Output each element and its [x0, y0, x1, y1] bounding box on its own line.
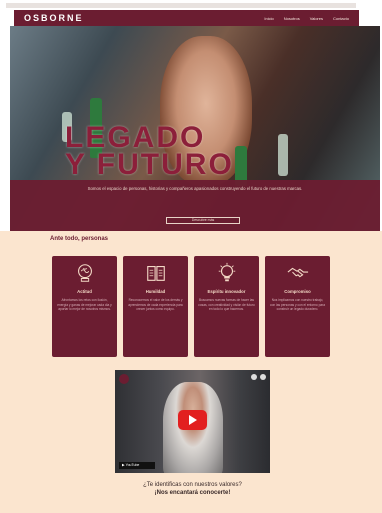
- menu-item-inicio[interactable]: Inicio: [264, 16, 273, 21]
- closing-question: ¿Te identificas con nuestros valores? ¡N…: [143, 482, 242, 496]
- top-navigation: OSBORNE Inicio Nosotros Valores Contacto: [14, 10, 359, 26]
- wine-glass-image: [278, 134, 288, 176]
- handshake-icon: [287, 267, 308, 278]
- hero-title: LEGADO Y FUTURO: [65, 121, 234, 181]
- watch-later-icon[interactable]: [251, 374, 257, 380]
- card-title: Actitud: [77, 289, 92, 294]
- hero-caption-band: Somos el espacio de personas, historias …: [10, 180, 380, 231]
- main-menu: Inicio Nosotros Valores Contacto: [264, 16, 349, 21]
- video-player[interactable]: ▶ YouTube: [115, 370, 270, 473]
- value-card-compromiso: Compromiso Nos implicamos con nuestro tr…: [265, 256, 330, 357]
- value-card-espiritu-innovador: Espíritu innovador Buscamos nuevas forma…: [194, 256, 259, 357]
- channel-avatar[interactable]: [119, 374, 129, 384]
- card-title: Compromiso: [284, 289, 311, 294]
- value-card-actitud: Actitud Afrontamos los retos con ilusión…: [52, 256, 117, 357]
- share-icon[interactable]: [260, 374, 266, 380]
- card-text: Reconocemos el valor de los demás y apre…: [128, 298, 183, 312]
- card-title: Humildad: [145, 289, 166, 294]
- youtube-badge[interactable]: ▶ YouTube: [119, 462, 155, 469]
- osborne-logo[interactable]: OSBORNE: [24, 13, 84, 23]
- play-button[interactable]: [178, 410, 207, 430]
- hero-cta-button[interactable]: Descubre más: [166, 217, 240, 224]
- page: OSBORNE Inicio Nosotros Valores Contacto…: [0, 0, 382, 513]
- menu-item-nosotros[interactable]: Nosotros: [284, 16, 300, 21]
- video-controls: [251, 374, 266, 380]
- menu-item-contacto[interactable]: Contacto: [333, 16, 349, 21]
- lightbulb-icon: [218, 262, 235, 282]
- card-text: Buscamos nuevas formas de hacer las cosa…: [198, 298, 255, 312]
- value-card-humildad: Humildad Reconocemos el valor de los dem…: [123, 256, 188, 357]
- hero-subtitle: Somos el espacio de personas, historias …: [87, 186, 303, 191]
- menu-item-valores[interactable]: Valores: [310, 16, 323, 21]
- card-text: Afrontamos los retos con ilusión, energí…: [57, 298, 112, 312]
- book-icon: [146, 266, 165, 281]
- card-title: Espíritu innovador: [207, 289, 246, 294]
- card-text: Nos implicamos con nuestro trabajo, con …: [270, 298, 325, 312]
- brain-icon: [77, 264, 92, 282]
- section-title: Ante todo, personas: [50, 236, 109, 242]
